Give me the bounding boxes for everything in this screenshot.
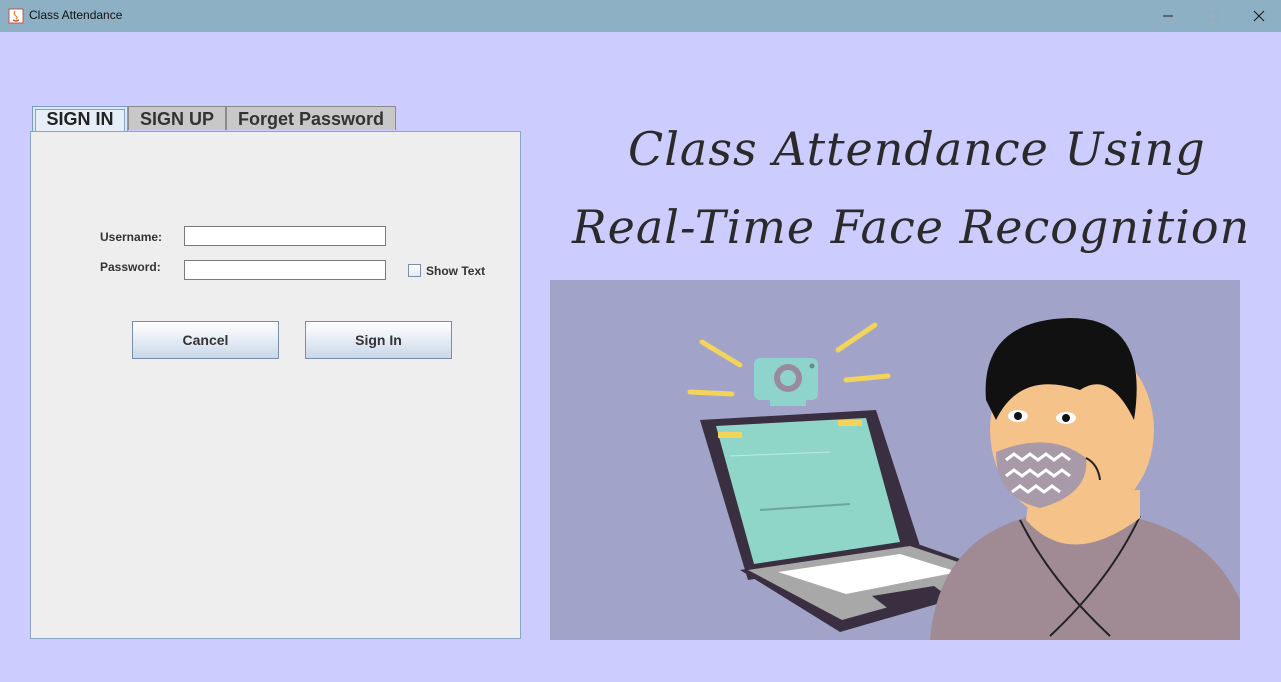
maximize-button[interactable] [1190, 0, 1235, 32]
title-bar: Class Attendance [0, 0, 1281, 32]
show-text-checkbox[interactable] [408, 264, 421, 277]
username-field[interactable] [184, 226, 386, 246]
username-label: Username: [100, 230, 163, 244]
close-icon [1253, 10, 1264, 22]
illustration-art [687, 318, 1240, 640]
close-button[interactable] [1236, 0, 1281, 32]
sign-in-button[interactable]: Sign In [305, 321, 452, 359]
heading-line-1: Class Attendance Using [628, 122, 1206, 176]
tab-sign-up[interactable]: SIGN UP [128, 106, 226, 130]
minimize-button[interactable] [1145, 0, 1190, 32]
heading-line-2: Real-Time Face Recognition [572, 200, 1251, 254]
cancel-button[interactable]: Cancel [132, 321, 279, 359]
minimize-icon [1162, 15, 1173, 17]
webcam-icon [754, 358, 818, 406]
sign-in-panel: Username: Password: Show Text Cancel Sig… [30, 131, 521, 639]
password-field[interactable] [184, 260, 386, 280]
tab-label: Forget Password [237, 109, 385, 129]
masked-person-icon [930, 318, 1240, 640]
password-label: Password: [100, 260, 161, 274]
tab-forget-password[interactable]: Forget Password [226, 106, 396, 130]
window-title: Class Attendance [29, 8, 123, 22]
maximize-icon [1207, 11, 1218, 21]
java-app-icon [8, 8, 24, 24]
tab-label: SIGN IN [46, 109, 114, 129]
face-recognition-illustration [550, 280, 1240, 640]
tab-sign-in[interactable]: SIGN IN [32, 106, 128, 131]
tab-label: SIGN UP [139, 109, 214, 129]
show-text-label: Show Text [426, 264, 486, 278]
